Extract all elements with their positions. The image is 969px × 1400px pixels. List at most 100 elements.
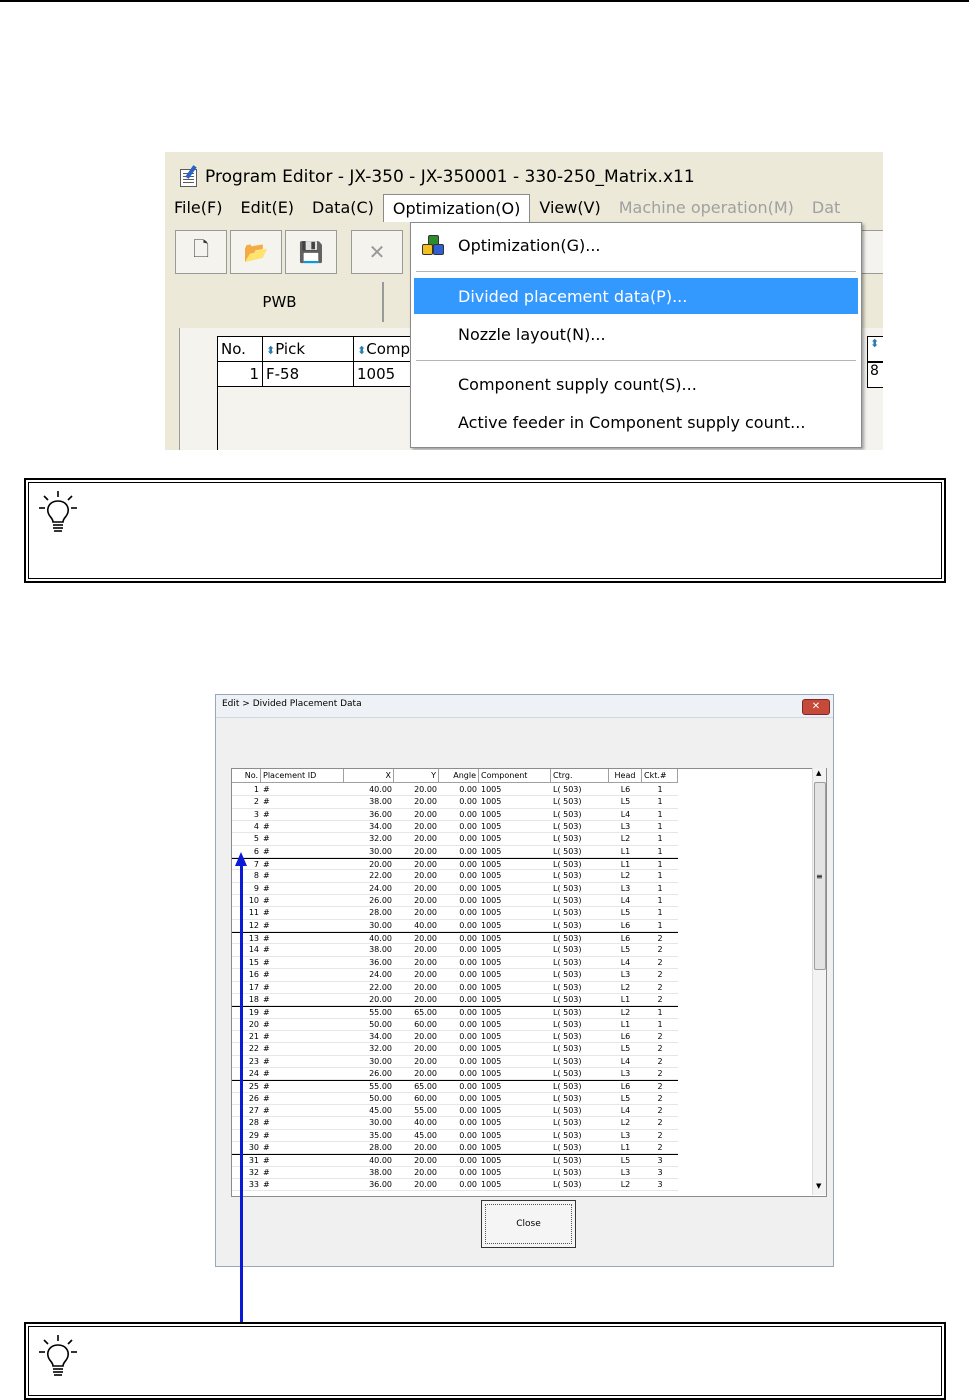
new-file-button[interactable]: 🗋 — [175, 230, 227, 274]
table-row[interactable]: 20 #50.00 60.00 0.00 1005 L( 503) L1 1 — [232, 1019, 678, 1031]
table-row[interactable]: 2 #38.00 20.00 0.00 1005 L( 503) L5 1 — [232, 796, 678, 809]
table-row[interactable]: 32 #38.00 20.00 0.00 1005 L( 503) L3 3 — [232, 1167, 678, 1179]
cell-ckt: 2 — [657, 1068, 663, 1078]
table-row[interactable]: 17 #22.00 20.00 0.00 1005 L( 503) L2 2 — [232, 982, 678, 994]
cell-angle: 0.00 — [459, 896, 477, 906]
cell-ctrg: L( 503) — [553, 1019, 582, 1029]
save-button[interactable]: 💾 — [285, 230, 337, 274]
cell-head: L2 — [620, 1008, 631, 1018]
grid-cell-pick[interactable]: F-58 — [262, 361, 354, 387]
menu-item-divided-placement-data[interactable]: Divided placement data(P)... — [414, 278, 858, 314]
cell-y: 20.00 — [414, 1031, 437, 1041]
menu-item-nozzle-layout[interactable]: Nozzle layout(N)... — [414, 316, 858, 352]
toolbar-right-button[interactable] — [859, 230, 883, 274]
placement-list[interactable]: No. Placement ID X Y Angle Component Ctr… — [231, 768, 827, 1197]
table-row[interactable]: 21 #34.00 20.00 0.00 1005 L( 503) L6 2 — [232, 1031, 678, 1044]
cell-y: 60.00 — [414, 1093, 437, 1103]
close-icon[interactable]: ✕ — [802, 699, 830, 715]
cell-angle: 0.00 — [459, 871, 477, 881]
menu-data[interactable]: Data(C) — [303, 194, 383, 222]
table-row[interactable]: 1 #40.00 20.00 0.00 1005 L( 503) L6 1 — [232, 784, 678, 797]
grid-header-no[interactable]: No. — [217, 336, 263, 362]
cell-y: 20.00 — [414, 822, 437, 832]
table-row[interactable]: 7 #20.00 20.00 0.00 1005 L( 503) L1 1 — [232, 858, 678, 871]
table-row[interactable]: 27 #45.00 55.00 0.00 1005 L( 503) L4 2 — [232, 1105, 678, 1118]
cell-placement-id: # — [263, 1093, 270, 1103]
table-row[interactable]: 22 #32.00 20.00 0.00 1005 L( 503) L5 2 — [232, 1043, 678, 1056]
col-header-x[interactable]: X — [344, 769, 394, 782]
table-row[interactable]: 23 #30.00 20.00 0.00 1005 L( 503) L4 2 — [232, 1056, 678, 1068]
cell-no: 29 — [248, 1130, 259, 1140]
cell-no: 24 — [248, 1068, 259, 1078]
table-row[interactable]: 29 #35.00 45.00 0.00 1005 L( 503) L3 2 — [232, 1130, 678, 1142]
table-row[interactable]: 31 #40.00 20.00 0.00 1005 L( 503) L5 3 — [232, 1154, 678, 1167]
grid-row[interactable]: 1 F-58 1005 — [217, 361, 414, 387]
table-row[interactable]: 28 #30.00 40.00 0.00 1005 L( 503) L2 2 — [232, 1117, 678, 1130]
table-row[interactable]: 3 #36.00 20.00 0.00 1005 L( 503) L4 1 — [232, 809, 678, 822]
cell-ctrg: L( 503) — [553, 1180, 582, 1189]
col-header-ckt[interactable]: Ckt.# — [642, 769, 678, 782]
cell-ckt: 2 — [657, 945, 663, 955]
table-row[interactable]: 11 #28.00 20.00 0.00 1005 L( 503) L5 1 — [232, 907, 678, 920]
vertical-scrollbar[interactable]: ▲ ≡ ▼ — [812, 768, 826, 1195]
grid-header-pick[interactable]: ⬍Pick — [262, 336, 354, 362]
cell-x: 50.00 — [369, 1093, 392, 1103]
menu-machine-operation[interactable]: Machine operation(M) — [610, 194, 803, 222]
cell-x: 45.00 — [369, 1105, 392, 1115]
grid-cell-right[interactable]: 8 — [867, 362, 883, 388]
col-header-placement-id[interactable]: Placement ID — [261, 769, 344, 782]
cell-ckt: 2 — [657, 1056, 663, 1066]
tab-pwb[interactable]: PWB — [177, 282, 384, 322]
menu-item-optimization[interactable]: Optimization(G)... — [414, 227, 858, 263]
table-row[interactable]: 15 #36.00 20.00 0.00 1005 L( 503) L4 2 — [232, 957, 678, 970]
open-button[interactable]: 📂 — [230, 230, 282, 274]
table-row[interactable]: 9 #24.00 20.00 0.00 1005 L( 503) L3 1 — [232, 883, 678, 896]
menu-data-truncated[interactable]: Dat — [803, 194, 849, 222]
col-header-no[interactable]: No. — [232, 769, 261, 782]
cell-x: 55.00 — [369, 1082, 392, 1092]
col-header-head[interactable]: Head — [609, 769, 642, 782]
table-row[interactable]: 19 #55.00 65.00 0.00 1005 L( 503) L2 1 — [232, 1006, 678, 1019]
menu-view[interactable]: View(V) — [530, 194, 609, 222]
cell-y: 20.00 — [414, 871, 437, 881]
menu-item-component-supply-count[interactable]: Component supply count(S)... — [414, 366, 858, 402]
table-row[interactable]: 4 #34.00 20.00 0.00 1005 L( 503) L3 1 — [232, 821, 678, 834]
cell-angle: 0.00 — [459, 945, 477, 955]
col-header-ctrg[interactable]: Ctrg. — [551, 769, 609, 782]
delete-button[interactable]: ✕ — [351, 230, 403, 274]
table-row[interactable]: 8 #22.00 20.00 0.00 1005 L( 503) L2 1 — [232, 870, 678, 883]
table-row[interactable]: 24 #26.00 20.00 0.00 1005 L( 503) L3 2 — [232, 1068, 678, 1081]
close-button[interactable]: Close — [481, 1200, 576, 1248]
cell-x: 24.00 — [369, 970, 392, 980]
cell-no: 5 — [253, 834, 259, 844]
grid-cell-no[interactable]: 1 — [217, 361, 263, 387]
grid-header-comp[interactable]: ⬍Comp — [353, 336, 414, 362]
table-row[interactable]: 25 #55.00 65.00 0.00 1005 L( 503) L6 2 — [232, 1080, 678, 1093]
table-row[interactable]: 10 #26.00 20.00 0.00 1005 L( 503) L4 1 — [232, 895, 678, 908]
scroll-up-icon[interactable]: ▲ — [816, 769, 821, 777]
table-row[interactable]: 13 #40.00 20.00 0.00 1005 L( 503) L6 2 — [232, 932, 678, 945]
col-header-angle[interactable]: Angle — [439, 769, 479, 782]
table-row[interactable]: 18 #20.00 20.00 0.00 1005 L( 503) L1 2 — [232, 994, 678, 1007]
cell-angle: 0.00 — [459, 1118, 477, 1128]
table-row[interactable]: 12 #30.00 40.00 0.00 1005 L( 503) L6 1 — [232, 920, 678, 933]
menu-item-active-feeder[interactable]: Active feeder in Component supply count.… — [414, 404, 858, 440]
table-row[interactable]: 14 #38.00 20.00 0.00 1005 L( 503) L5 2 — [232, 944, 678, 957]
col-header-component[interactable]: Component — [479, 769, 551, 782]
cell-head: L5 — [620, 1044, 631, 1054]
menu-file[interactable]: File(F) — [165, 194, 231, 222]
scroll-down-icon[interactable]: ▼ — [816, 1182, 821, 1190]
table-row[interactable]: 26 #50.00 60.00 0.00 1005 L( 503) L5 2 — [232, 1093, 678, 1105]
table-row[interactable]: 6 #30.00 20.00 0.00 1005 L( 503) L1 1 — [232, 846, 678, 859]
grid-cell-comp[interactable]: 1005 — [353, 361, 414, 387]
table-row[interactable]: 5 #32.00 20.00 0.00 1005 L( 503) L2 1 — [232, 833, 678, 846]
cell-ctrg: L( 503) — [553, 809, 582, 819]
table-row[interactable]: 30 #28.00 20.00 0.00 1005 L( 503) L1 2 — [232, 1142, 678, 1155]
menu-edit[interactable]: Edit(E) — [231, 194, 303, 222]
col-header-y[interactable]: Y — [394, 769, 439, 782]
table-row[interactable]: 33 #36.00 20.00 0.00 1005 L( 503) L2 3 — [232, 1179, 678, 1192]
menu-optimization[interactable]: Optimization(O) — [382, 194, 531, 222]
optimization-icon — [422, 235, 444, 255]
table-row[interactable]: 16 #24.00 20.00 0.00 1005 L( 503) L3 2 — [232, 969, 678, 982]
cell-angle: 0.00 — [459, 797, 477, 807]
